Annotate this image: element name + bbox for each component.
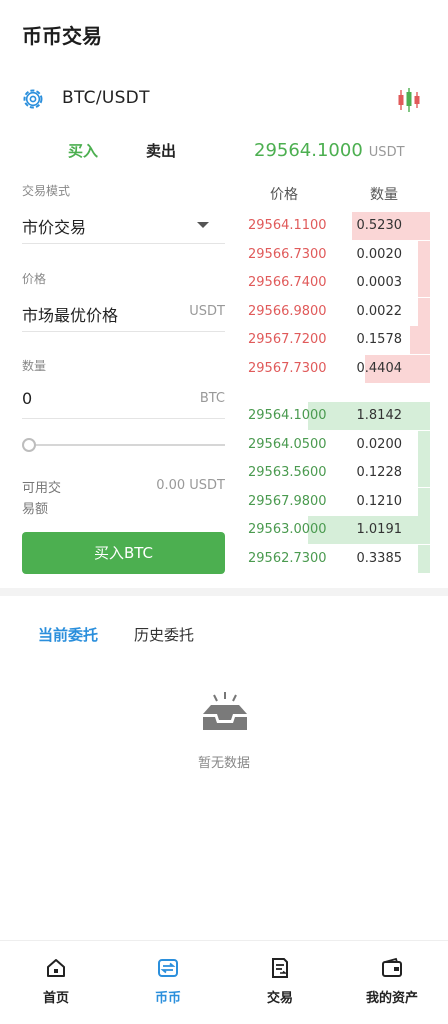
depth-bar <box>418 269 430 297</box>
row-qty: 0.4404 <box>356 360 403 376</box>
tab-order-history[interactable]: 历史委托 <box>134 624 194 645</box>
price-header: 价格 <box>270 187 298 203</box>
row-price: 29567.9800 <box>248 493 327 509</box>
chevron-down-icon <box>197 222 209 228</box>
wallet-icon <box>382 957 402 977</box>
trading-pair[interactable]: BTC/USDT <box>62 88 150 108</box>
tab-exchange[interactable]: 币币 <box>112 957 224 1006</box>
exchange-icon <box>158 959 178 977</box>
amount-label: 数量 <box>22 359 47 373</box>
slider-track <box>28 444 225 446</box>
mode-select[interactable]: 市价交易 <box>22 204 225 244</box>
tab-sell[interactable]: 卖出 <box>146 140 176 161</box>
row-qty: 1.8142 <box>356 408 403 423</box>
home-icon <box>47 959 65 977</box>
row-qty: 0.0200 <box>356 436 403 452</box>
row-price: 29562.7300 <box>248 550 327 566</box>
price-label: 价格 <box>22 272 47 286</box>
trade-document-icon <box>272 958 288 978</box>
tab-current-orders[interactable]: 当前委托 <box>38 624 98 645</box>
row-price: 29564.1000 <box>248 408 327 423</box>
available-label: 可用交易额 <box>22 481 62 517</box>
bid-row[interactable]: 29563.5600 0.1228 <box>240 459 430 487</box>
amount-field[interactable]: 0 BTC <box>22 379 225 419</box>
ask-row[interactable]: 29566.7400 0.0003 <box>240 269 430 297</box>
price-unit: USDT <box>189 304 225 319</box>
ask-row[interactable]: 29567.7300 0.4404 <box>240 354 430 383</box>
row-price: 29563.0000 <box>248 522 327 537</box>
depth-bar <box>418 487 430 516</box>
mode-label: 交易模式 <box>22 184 71 198</box>
amount-value: 0 <box>22 389 33 408</box>
gear-icon[interactable] <box>20 86 46 112</box>
row-qty: 0.3385 <box>356 550 403 566</box>
bid-row[interactable]: 29563.0000 1.0191 <box>240 516 430 544</box>
tab-buy[interactable]: 买入 <box>68 140 98 161</box>
bid-row[interactable]: 29567.9800 0.1210 <box>240 487 430 516</box>
last-price: 29564.1000 USDT <box>254 140 405 161</box>
row-qty: 0.0022 <box>356 303 403 319</box>
price-value: 市场最优价格 <box>22 306 119 325</box>
row-price: 29567.7200 <box>248 332 327 347</box>
row-qty: 0.1578 <box>356 332 403 347</box>
amount-unit: BTC <box>199 391 225 406</box>
qty-header: 数量 <box>370 187 398 203</box>
page-title: 币币交易 <box>22 24 102 48</box>
tab-assets[interactable]: 我的资产 <box>336 957 448 1006</box>
last-price-unit: USDT <box>368 145 405 160</box>
empty-inbox-icon <box>203 692 247 730</box>
bottom-tab-bar: 首页 币币 交易 我的资产 <box>0 940 448 1024</box>
tab-trade-label: 交易 <box>266 991 293 1006</box>
row-price: 29566.7300 <box>248 246 327 262</box>
tab-home[interactable]: 首页 <box>0 957 112 1006</box>
amount-slider[interactable] <box>22 438 225 452</box>
pair-bar: BTC/USDT <box>20 86 428 114</box>
depth-bar <box>418 240 430 269</box>
depth-bar <box>418 430 430 459</box>
tab-home-label: 首页 <box>42 991 69 1006</box>
row-price: 29566.9800 <box>248 303 327 319</box>
buy-btc-button[interactable]: 买入BTC <box>22 532 225 574</box>
slider-handle[interactable] <box>22 438 36 452</box>
row-price: 29566.7400 <box>248 275 327 290</box>
tab-exchange-label: 币币 <box>154 991 181 1006</box>
depth-bar <box>410 326 430 354</box>
row-qty: 0.1210 <box>356 493 403 509</box>
row-price: 29564.0500 <box>248 436 327 452</box>
exchange-page: 币币交易 BTC/USDT 买入 卖出 29564.1000 USDT 交易模式 … <box>0 0 448 1024</box>
available-value: 0.00 USDT <box>156 478 225 493</box>
ask-row[interactable]: 29566.7300 0.0020 <box>240 240 430 269</box>
candlestick-icon[interactable] <box>396 86 422 114</box>
row-qty: 0.5230 <box>356 218 403 233</box>
row-qty: 0.1228 <box>356 465 403 480</box>
bid-row[interactable]: 29564.1000 1.8142 <box>240 402 430 430</box>
row-qty: 0.0020 <box>356 246 403 262</box>
bid-row[interactable]: 29562.7300 0.3385 <box>240 544 430 573</box>
tab-trade[interactable]: 交易 <box>224 957 336 1006</box>
row-price: 29567.7300 <box>248 360 327 376</box>
row-price: 29563.5600 <box>248 465 327 480</box>
ask-row[interactable]: 29567.7200 0.1578 <box>240 326 430 354</box>
section-divider <box>0 588 448 596</box>
price-field[interactable]: 市场最优价格 USDT <box>22 292 225 332</box>
bid-row[interactable]: 29564.0500 0.0200 <box>240 430 430 459</box>
ask-row[interactable]: 29564.1100 0.5230 <box>240 212 430 240</box>
ask-row[interactable]: 29566.9800 0.0022 <box>240 297 430 326</box>
depth-bar <box>418 544 430 573</box>
depth-bar <box>418 297 430 326</box>
empty-text: 暂无数据 <box>197 756 250 771</box>
row-price: 29564.1100 <box>248 218 327 233</box>
depth-bar <box>418 459 430 487</box>
mode-value: 市价交易 <box>22 218 87 237</box>
tab-assets-label: 我的资产 <box>365 991 418 1006</box>
last-price-value: 29564.1000 <box>254 140 363 161</box>
row-qty: 1.0191 <box>356 522 403 537</box>
row-qty: 0.0003 <box>356 275 403 290</box>
